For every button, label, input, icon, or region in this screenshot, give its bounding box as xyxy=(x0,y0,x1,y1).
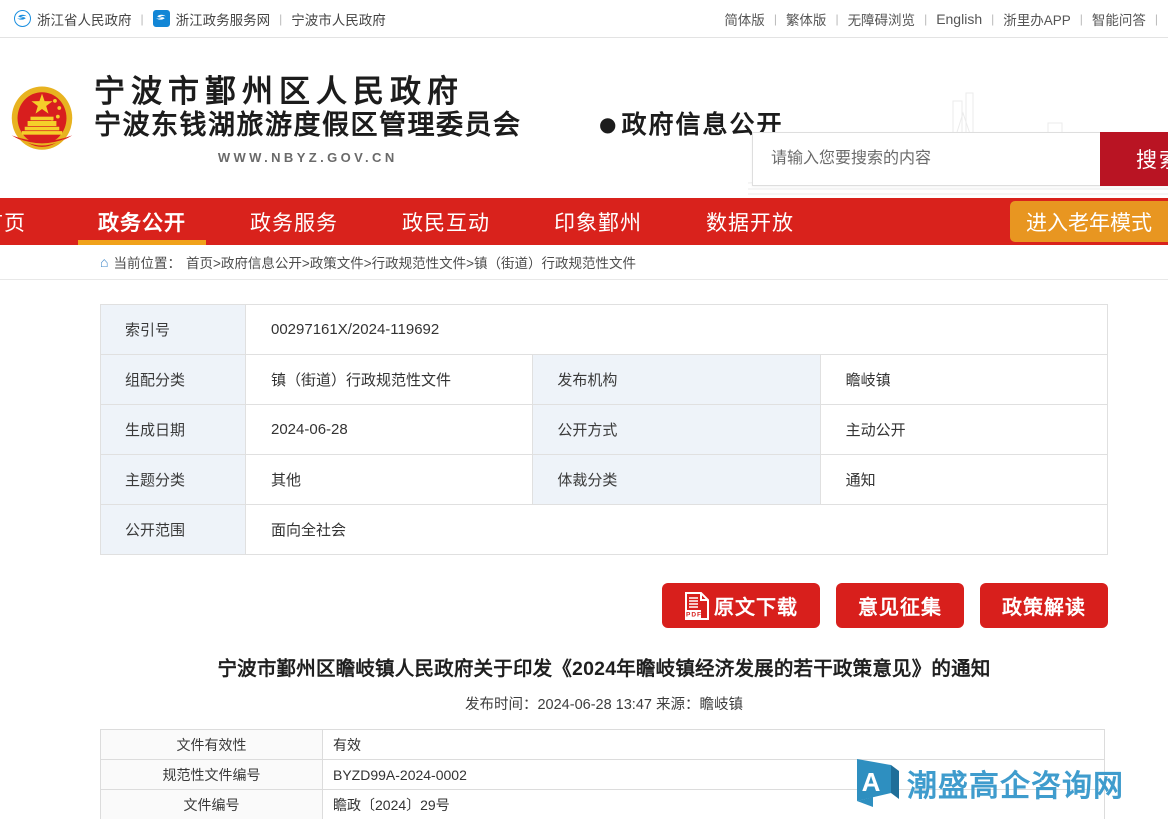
meta-label-genre-category: 体裁分类 xyxy=(533,455,820,505)
table-row: 主题分类 其他 体裁分类 通知 xyxy=(101,455,1108,505)
doc-value-document-number: 瞻政〔2024〕29号 xyxy=(323,790,1105,819)
meta-label-disclosure-method: 公开方式 xyxy=(533,405,820,455)
feedback-collection-button[interactable]: 意见征集 xyxy=(836,583,964,628)
link-zhelib-app[interactable]: 浙里办APP xyxy=(1003,9,1071,29)
document-info-table: 文件有效性 有效 规范性文件编号 BYZD99A-2024-0002 文件编号 … xyxy=(100,729,1105,819)
table-row: 文件有效性 有效 xyxy=(101,730,1105,760)
meta-value-group-category: 镇（街道）行政规范性文件 xyxy=(246,355,533,405)
meta-value-issuing-agency: 瞻岐镇 xyxy=(820,355,1107,405)
table-row: 生成日期 2024-06-28 公开方式 主动公开 xyxy=(101,405,1108,455)
gov-website-url: WWW.NBYZ.GOV.CN xyxy=(94,150,522,165)
download-original-label: 原文下载 xyxy=(714,591,798,620)
search-input[interactable] xyxy=(752,132,1100,186)
meta-value-disclosure-scope: 面向全社会 xyxy=(246,505,1108,555)
meta-label-creation-date: 生成日期 xyxy=(101,405,246,455)
table-row: 文件编号 瞻政〔2024〕29号 xyxy=(101,790,1105,819)
nav-item-impression-yinzhou[interactable]: 印象鄞州 xyxy=(522,198,674,245)
main-navigation: 首页 政务公开 政务服务 政民互动 印象鄞州 数据开放 进入老年模式 xyxy=(0,198,1168,245)
link-label: 浙江省人民政府 xyxy=(37,9,132,29)
separator: | xyxy=(1078,12,1085,26)
link-accessibility[interactable]: 无障碍浏览 xyxy=(848,9,916,29)
link-traditional[interactable]: 繁体版 xyxy=(786,9,827,29)
doc-label-normative-number: 规范性文件编号 xyxy=(101,760,323,790)
breadcrumb-path[interactable]: 首页>政府信息公开>政策文件>行政规范性文件>镇（街道）行政规范性文件 xyxy=(186,252,636,272)
meta-label-group-category: 组配分类 xyxy=(101,355,246,405)
breadcrumb-prefix: 当前位置： xyxy=(113,252,181,272)
policy-interpretation-button[interactable]: 政策解读 xyxy=(980,583,1108,628)
pdf-file-icon: PDF xyxy=(684,592,710,620)
meta-value-disclosure-method: 主动公开 xyxy=(820,405,1107,455)
breadcrumb-bar: ⌂ 当前位置： 首页>政府信息公开>政策文件>行政规范性文件>镇（街道）行政规范… xyxy=(0,245,1168,280)
meta-label-index-number: 索引号 xyxy=(101,305,246,355)
separator: | xyxy=(277,12,284,26)
separator: | xyxy=(989,12,996,26)
link-simplified[interactable]: 简体版 xyxy=(724,9,765,29)
bullet-icon: ● xyxy=(599,112,618,136)
zhejiang-gov-icon xyxy=(14,10,31,27)
separator: | xyxy=(772,12,779,26)
separator: | xyxy=(833,12,840,26)
table-row: 公开范围 面向全社会 xyxy=(101,505,1108,555)
doc-value-validity: 有效 xyxy=(323,730,1105,760)
nav-items: 首页 政务公开 政务服务 政民互动 印象鄞州 数据开放 xyxy=(0,198,1010,245)
doc-value-normative-number: BYZD99A-2024-0002 xyxy=(323,760,1105,790)
gov-title-block: 宁波市鄞州区人民政府 宁波东钱湖旅游度假区管理委员会 WWW.NBYZ.GOV.… xyxy=(94,75,522,165)
metadata-table: 索引号 00297161X/2024-119692 组配分类 镇（街道）行政规范… xyxy=(100,304,1108,555)
meta-value-subject-category: 其他 xyxy=(246,455,533,505)
link-english[interactable]: English xyxy=(936,11,982,27)
top-left-links: 浙江省人民政府 | 浙江政务服务网 | 宁波市人民政府 xyxy=(14,9,386,29)
separator: | xyxy=(1153,12,1160,26)
zhejiang-service-icon xyxy=(153,10,170,27)
top-right-links: 简体版 | 繁体版 | 无障碍浏览 | English | 浙里办APP | 智… xyxy=(724,9,1160,29)
table-row: 索引号 00297161X/2024-119692 xyxy=(101,305,1108,355)
download-original-button[interactable]: PDF 原文下载 xyxy=(662,583,820,628)
link-smart-qa[interactable]: 智能问答 xyxy=(1092,9,1146,29)
link-ningbo-municipal-gov[interactable]: 宁波市人民政府 xyxy=(291,9,386,29)
nav-item-citizen-interaction[interactable]: 政民互动 xyxy=(370,198,522,245)
nav-item-home[interactable]: 首页 xyxy=(0,198,66,245)
meta-label-subject-category: 主题分类 xyxy=(101,455,246,505)
document-publish-info: 发布时间：2024-06-28 13:47 来源：瞻岐镇 xyxy=(100,693,1108,714)
document-title: 宁波市鄞州区瞻岐镇人民政府关于印发《2024年瞻岐镇经济发展的若干政策意见》的通… xyxy=(100,656,1108,683)
link-label: 宁波市人民政府 xyxy=(291,9,386,29)
meta-value-creation-date: 2024-06-28 xyxy=(246,405,533,455)
search-bar: 搜索 xyxy=(752,132,1168,186)
site-header: 宁波市鄞州区人民政府 宁波东钱湖旅游度假区管理委员会 WWW.NBYZ.GOV.… xyxy=(0,38,1168,198)
main-content: 索引号 00297161X/2024-119692 组配分类 镇（街道）行政规范… xyxy=(0,280,1168,819)
page-root: 浙江省人民政府 | 浙江政务服务网 | 宁波市人民政府 简体版 | 繁体版 | … xyxy=(0,0,1168,819)
svg-text:PDF: PDF xyxy=(686,611,702,618)
link-label: 浙江政务服务网 xyxy=(176,9,271,29)
meta-value-genre-category: 通知 xyxy=(820,455,1107,505)
national-emblem-icon xyxy=(6,85,78,157)
separator: | xyxy=(139,12,146,26)
table-row: 规范性文件编号 BYZD99A-2024-0002 xyxy=(101,760,1105,790)
separator: | xyxy=(922,12,929,26)
nav-item-government-services[interactable]: 政务服务 xyxy=(218,198,370,245)
meta-value-index-number: 00297161X/2024-119692 xyxy=(246,305,1108,355)
search-button[interactable]: 搜索 xyxy=(1100,132,1168,186)
meta-label-issuing-agency: 发布机构 xyxy=(533,355,820,405)
breadcrumb: ⌂ 当前位置： 首页>政府信息公开>政策文件>行政规范性文件>镇（街道）行政规范… xyxy=(100,252,636,272)
table-row: 组配分类 镇（街道）行政规范性文件 发布机构 瞻岐镇 xyxy=(101,355,1108,405)
link-zhejiang-provincial-gov[interactable]: 浙江省人民政府 xyxy=(14,9,132,29)
gov-title-line2: 宁波东钱湖旅游度假区管理委员会 xyxy=(94,110,522,142)
doc-label-validity: 文件有效性 xyxy=(101,730,323,760)
action-buttons: PDF 原文下载 意见征集 政策解读 xyxy=(100,583,1108,628)
home-icon: ⌂ xyxy=(100,254,108,270)
nav-item-government-affairs-disclosure[interactable]: 政务公开 xyxy=(66,198,218,245)
top-utility-bar: 浙江省人民政府 | 浙江政务服务网 | 宁波市人民政府 简体版 | 繁体版 | … xyxy=(0,0,1168,38)
meta-label-disclosure-scope: 公开范围 xyxy=(101,505,246,555)
doc-label-document-number: 文件编号 xyxy=(101,790,323,819)
nav-item-open-data[interactable]: 数据开放 xyxy=(674,198,826,245)
elder-mode-button[interactable]: 进入老年模式 xyxy=(1010,201,1168,242)
gov-title-line1: 宁波市鄞州区人民政府 xyxy=(94,75,522,110)
link-zhejiang-service-net[interactable]: 浙江政务服务网 xyxy=(153,9,271,29)
